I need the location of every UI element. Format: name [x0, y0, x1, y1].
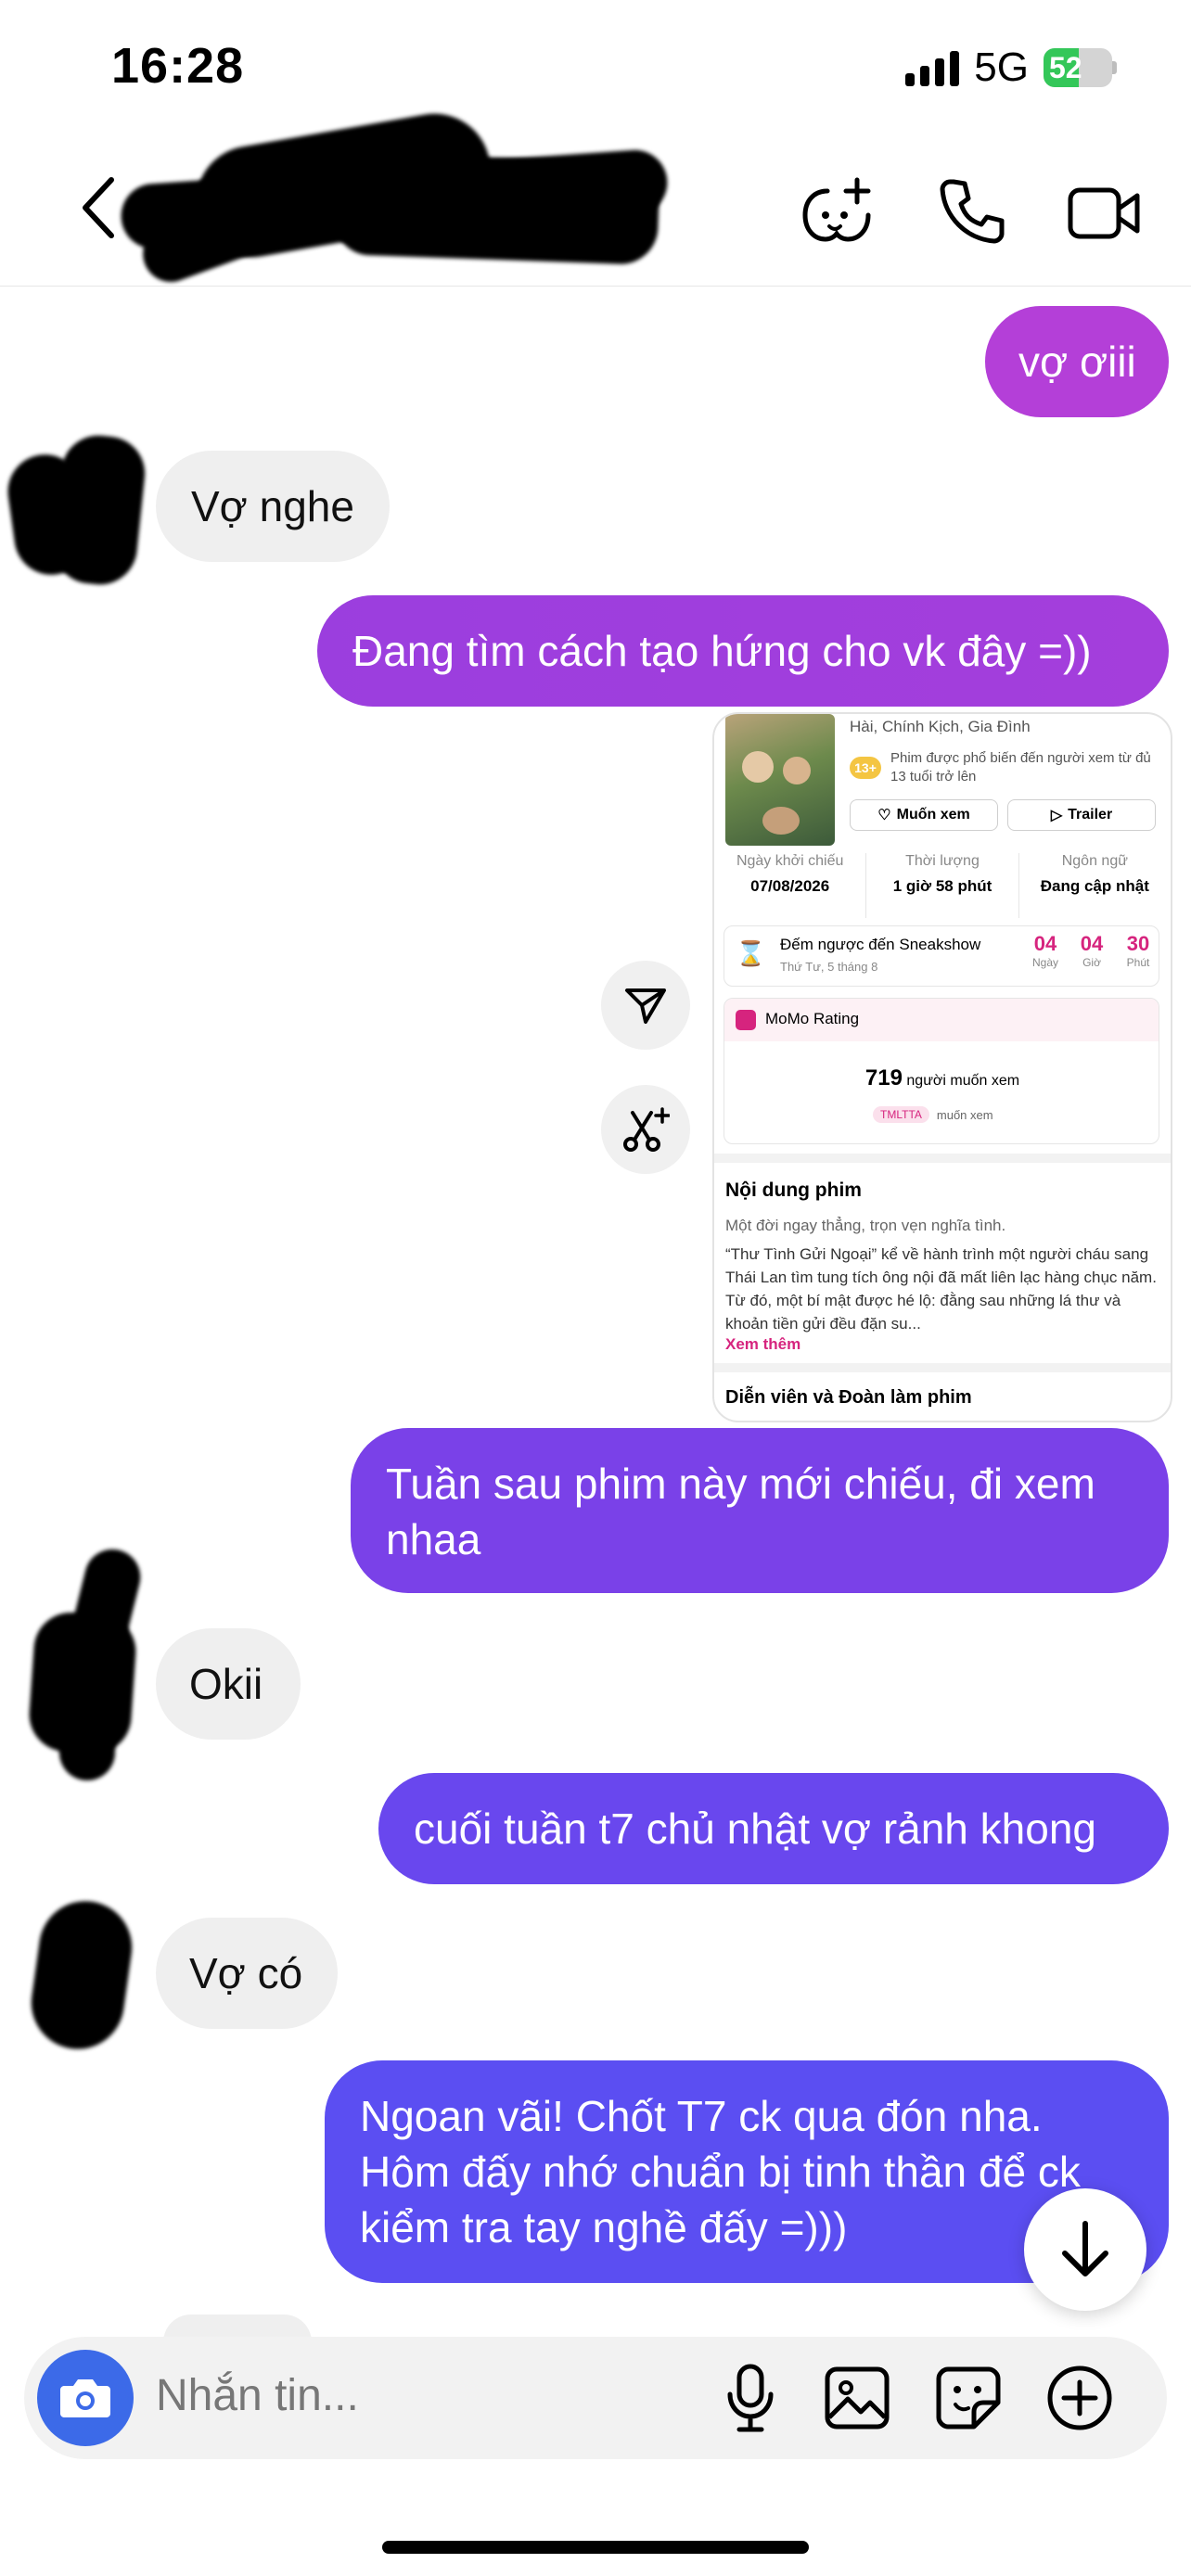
trailer-button[interactable]: ▷ Trailer — [1007, 799, 1156, 831]
avatar[interactable] — [22, 1539, 152, 1780]
momo-logo-icon — [736, 1010, 756, 1030]
movie-poster — [725, 714, 835, 846]
status-time: 16:28 — [111, 38, 245, 94]
heart-icon: ♡ — [877, 808, 891, 823]
video-camera-icon — [1068, 187, 1140, 239]
content-tagline: Một đời ngay thẳng, trọn vẹn nghĩa tình. — [725, 1217, 1006, 1234]
content-title: Nội dung phim — [725, 1180, 862, 1201]
send-icon — [625, 988, 666, 1024]
hourglass-icon: ⌛ — [736, 939, 766, 967]
header-divider — [0, 286, 1191, 287]
forward-button[interactable] — [601, 961, 690, 1050]
camera-icon — [60, 2379, 110, 2417]
countdown-box: ⌛ Đếm ngược đến Sneakshow Thứ Tư, 5 thán… — [724, 925, 1159, 987]
message-bubble-outgoing[interactable]: cuối tuần t7 chủ nhật vợ rảnh khong — [378, 1773, 1169, 1884]
arrow-down-icon — [1062, 2221, 1108, 2276]
scroll-to-bottom-button[interactable] — [1024, 2188, 1146, 2311]
message-bubble-incoming[interactable]: Okii — [156, 1628, 301, 1740]
rating-count: 719 — [864, 1065, 903, 1090]
sticker-button[interactable] — [931, 2363, 1005, 2433]
camera-button[interactable] — [37, 2350, 134, 2446]
back-button[interactable] — [70, 171, 126, 245]
read-more-link[interactable]: Xem thêm — [725, 1335, 800, 1354]
play-circle-icon: ▷ — [1050, 808, 1063, 823]
avatar[interactable] — [3, 427, 150, 593]
info-language: Ngôn ngữ Đang cập nhật — [1040, 853, 1149, 895]
countdown-minutes: 30 Phút — [1126, 932, 1150, 969]
countdown-subtitle: Thứ Tư, 5 tháng 8 — [780, 960, 878, 974]
message-bubble-outgoing[interactable]: Đang tìm cách tạo hứng cho vk đây =)) — [317, 595, 1169, 707]
chevron-left-icon — [83, 177, 114, 238]
message-bubble-incoming[interactable]: Vợ nghe — [156, 451, 390, 562]
cast-title: Diễn viên và Đoàn làm phim — [725, 1387, 972, 1408]
info-duration: Thời lượng 1 giờ 58 phút — [866, 853, 1019, 918]
shared-image-movie-info[interactable]: Hài, Chính Kịch, Gia Đình 13+ Phim được … — [712, 712, 1172, 1422]
rating-tag: TMLTTA — [873, 1106, 929, 1123]
content-description: “Thư Tình Gửi Ngoại” kể về hành trình mộ… — [725, 1245, 1157, 1333]
message-bubble-incoming[interactable]: Vợ có — [156, 1918, 338, 2029]
message-input[interactable]: Nhắn tin... — [156, 2370, 359, 2421]
image-icon — [825, 2366, 890, 2429]
want-to-watch-button[interactable]: ♡ Muốn xem — [850, 799, 998, 831]
call-button[interactable] — [933, 172, 1011, 250]
game-add-button[interactable] — [798, 172, 876, 250]
age-note: Phim được phổ biến đến người xem từ đủ 1… — [890, 750, 1151, 784]
rating-title: MoMo Rating — [765, 1010, 860, 1027]
momo-rating-box: MoMo Rating 719 người muốn xem TMLTTA mu… — [724, 998, 1159, 1144]
sticker-icon — [936, 2366, 1001, 2429]
battery-label: 52 — [1049, 50, 1082, 84]
gallery-button[interactable] — [820, 2363, 894, 2433]
movie-info-row: Ngày khởi chiếu 07/08/2026 Thời lượng 1 … — [714, 853, 1171, 918]
age-badge: 13+ — [850, 757, 881, 779]
rating-count-label: người muốn xem — [906, 1073, 1020, 1089]
plus-circle-icon — [1047, 2366, 1112, 2430]
countdown-hours: 04 Giờ — [1080, 932, 1104, 969]
edit-image-button[interactable] — [601, 1085, 690, 1174]
signal-icon — [905, 49, 960, 86]
network-label: 5G — [974, 45, 1029, 90]
status-right: 5G 52 — [905, 45, 1117, 91]
scissors-sparkle-icon — [623, 1107, 670, 1152]
message-bubble-outgoing[interactable]: vợ ơiii — [985, 306, 1169, 417]
countdown-title: Đếm ngược đến Sneakshow — [780, 936, 981, 953]
game-controller-add-icon — [802, 177, 871, 242]
message-bubble-outgoing[interactable]: Tuần sau phim này mới chiếu, đi xem nhaa — [351, 1428, 1169, 1593]
phone-icon — [940, 179, 1005, 244]
more-button[interactable] — [1043, 2361, 1117, 2435]
home-indicator — [382, 2541, 809, 2554]
info-release-date: Ngày khởi chiếu 07/08/2026 — [714, 853, 867, 918]
microphone-icon — [727, 2364, 774, 2432]
countdown-days: 04 Ngày — [1031, 932, 1058, 969]
avatar[interactable] — [25, 1892, 147, 2059]
battery-icon: 52 — [1044, 48, 1112, 87]
video-call-button[interactable] — [1065, 176, 1143, 250]
contact-name-redacted[interactable] — [119, 105, 670, 290]
movie-genres: Hài, Chính Kịch, Gia Đình — [850, 718, 1031, 735]
voice-message-button[interactable] — [718, 2361, 783, 2435]
